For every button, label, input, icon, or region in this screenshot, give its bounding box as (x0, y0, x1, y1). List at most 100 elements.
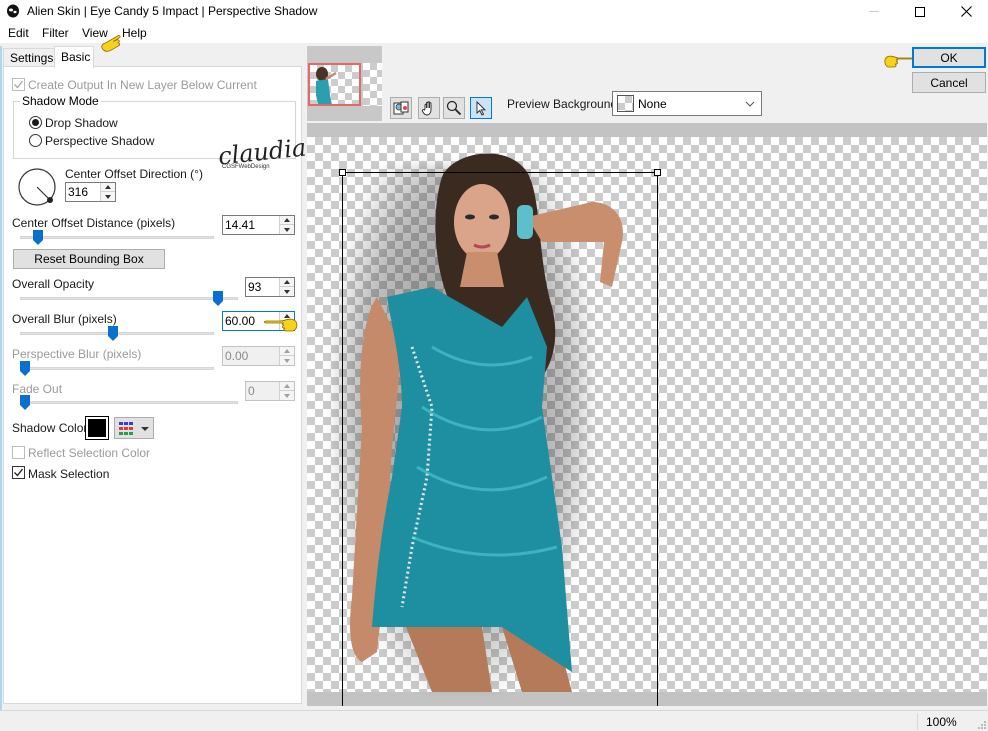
spin-down-button[interactable] (101, 192, 115, 201)
bounding-box[interactable] (339, 169, 661, 706)
perspective-blur-slider-thumb (20, 361, 30, 376)
drop-shadow-label: Drop Shadow (45, 116, 118, 130)
bbox-handle-top-left[interactable] (339, 169, 346, 176)
direction-dial[interactable] (16, 167, 60, 211)
spin-up-button (280, 347, 294, 356)
pointing-hand-annotation-icon (101, 35, 121, 52)
shadow-color-label: Shadow Color (12, 421, 88, 435)
bbox-handle-top-right[interactable] (654, 169, 661, 176)
center-offset-direction-spinner[interactable] (65, 182, 116, 202)
ok-button[interactable]: OK (912, 47, 986, 68)
center-offset-distance-slider-thumb[interactable] (32, 230, 43, 245)
spin-up-button[interactable] (101, 183, 115, 192)
shadow-mode-title: Shadow Mode (20, 94, 101, 108)
overall-opacity-track[interactable] (20, 297, 238, 300)
tab-settings[interactable]: Settings (3, 48, 55, 67)
spin-down-button[interactable] (280, 287, 294, 296)
arrow-tool-button[interactable] (470, 97, 492, 119)
minimize-icon (869, 11, 879, 12)
overall-blur-slider-thumb[interactable] (108, 326, 119, 341)
window-title: Alien Skin | Eye Candy 5 Impact | Perspe… (27, 4, 318, 18)
arrow-down-icon (284, 358, 290, 363)
zoom-tool-button[interactable] (443, 97, 465, 119)
fade-out-label: Fade Out (12, 382, 63, 396)
arrow-down-icon (284, 227, 290, 232)
pointing-hand-annotation-icon (884, 55, 913, 68)
radio-drop-shadow[interactable] (29, 116, 42, 129)
center-offset-direction-input[interactable] (66, 183, 100, 201)
perspective-shadow-label: Perspective Shadow (45, 134, 155, 148)
overall-opacity-spinner[interactable] (245, 277, 295, 297)
checkmark-icon (14, 468, 24, 477)
zoom-level: 100% (926, 715, 957, 729)
thumbnail-figure (316, 67, 337, 104)
create-output-checkbox[interactable] (12, 78, 25, 91)
reflect-selection-color-label: Reflect Selection Color (28, 446, 151, 460)
shadow-color-fill (88, 419, 106, 437)
menu-edit[interactable]: Edit (8, 26, 29, 40)
thumbnail-background (363, 63, 382, 106)
menu-filter[interactable]: Filter (42, 26, 69, 40)
hand-icon (421, 101, 432, 116)
fade-out-slider-thumb (20, 395, 30, 410)
alien-skin-logo-icon (7, 4, 19, 18)
preview-background-label: Preview Background: (507, 97, 621, 111)
arrow-down-icon (105, 194, 111, 199)
status-bar: 100% (0, 710, 988, 731)
spin-down-button[interactable] (280, 225, 294, 234)
spin-up-button[interactable] (280, 278, 294, 287)
cancel-button[interactable]: Cancel (912, 72, 986, 93)
arrow-up-icon (284, 384, 290, 388)
maximize-button[interactable] (897, 0, 943, 23)
title-bar: Alien Skin | Eye Candy 5 Impact | Perspe… (0, 0, 988, 23)
magnifier-icon (446, 100, 462, 116)
arrow-up-icon (284, 280, 290, 284)
overall-opacity-label: Overall Opacity (12, 277, 95, 291)
shadow-color-swatch[interactable] (85, 416, 109, 440)
close-button[interactable] (943, 0, 988, 23)
close-icon (960, 6, 972, 17)
center-offset-distance-input[interactable] (223, 216, 279, 234)
center-offset-direction-label: Center Offset Direction (°) (65, 167, 203, 181)
navigator-viewport-frame[interactable] (308, 63, 361, 106)
overall-opacity-slider-thumb[interactable] (213, 291, 224, 306)
radio-perspective-shadow[interactable] (29, 134, 42, 147)
arrow-up-icon (284, 218, 290, 222)
preview-background-select[interactable]: None (612, 91, 762, 116)
menu-bar: Edit Filter View Help (0, 23, 988, 43)
arrow-cursor-icon (476, 100, 487, 116)
hand-tool-button[interactable] (418, 97, 440, 119)
chevron-down-icon (739, 92, 761, 115)
preview-toggle-button[interactable] (390, 97, 412, 119)
reflect-selection-color-checkbox (12, 446, 25, 459)
fade-out-track (20, 401, 238, 404)
perspective-blur-label: Perspective Blur (pixels) (12, 347, 142, 361)
center-offset-distance-label: Center Offset Distance (pixels) (12, 216, 176, 230)
navigator-thumbnail[interactable] (307, 46, 382, 121)
mask-selection-label: Mask Selection (28, 467, 110, 481)
preview-background-value: None (638, 97, 667, 111)
status-separator (917, 713, 918, 730)
center-offset-distance-spinner[interactable] (222, 215, 295, 235)
mask-selection-checkbox[interactable] (12, 466, 25, 479)
reset-bounding-box-button[interactable]: Reset Bounding Box (13, 249, 165, 269)
preview-canvas[interactable] (307, 137, 987, 706)
tab-basic[interactable]: Basic (54, 46, 94, 68)
color-picker-dropdown[interactable] (114, 417, 154, 439)
preview-compare-icon (393, 101, 409, 115)
spin-down-button (280, 356, 294, 365)
watermark-signature: claudia CGSFWebDesign (217, 133, 308, 170)
overall-blur-label: Overall Blur (pixels) (12, 312, 117, 326)
radio-selected-dot (32, 119, 39, 126)
center-offset-distance-track[interactable] (20, 236, 214, 239)
preview-area[interactable] (307, 123, 987, 706)
spin-up-button (280, 382, 294, 391)
spin-up-button[interactable] (280, 216, 294, 225)
window-border (0, 46, 2, 731)
overall-opacity-input[interactable] (246, 278, 279, 296)
minimize-button[interactable] (851, 0, 897, 23)
resize-grip-icon[interactable] (976, 719, 986, 729)
checkmark-icon (14, 80, 24, 89)
arrow-down-icon (284, 393, 290, 398)
dropdown-arrow-icon (141, 427, 149, 431)
